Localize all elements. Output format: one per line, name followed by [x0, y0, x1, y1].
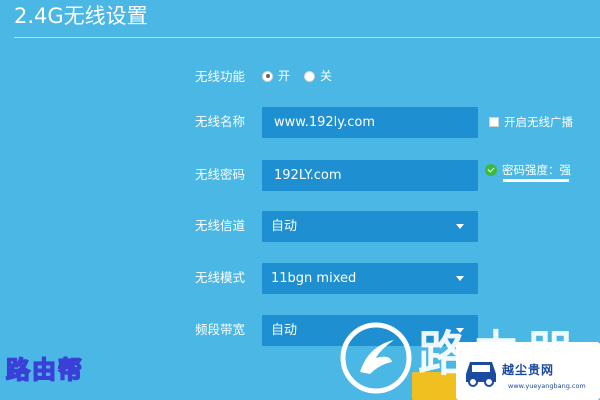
wireless-channel-value: 自动: [271, 219, 298, 234]
wireless-password-input[interactable]: [262, 160, 478, 191]
broadcast-checkbox[interactable]: 开启无线广播: [489, 115, 573, 129]
wireless-mode-select[interactable]: 11bgn mixed: [262, 263, 478, 294]
title-divider: [14, 37, 600, 38]
wireless-on-radio[interactable]: 开: [262, 69, 290, 83]
chevron-down-icon: [456, 276, 464, 281]
wireless-channel-label: 无线信道: [195, 218, 246, 233]
radio-unchecked-icon: [304, 70, 316, 82]
wireless-channel-select[interactable]: 自动: [262, 211, 478, 242]
wireless-mode-label: 无线模式: [195, 270, 246, 285]
bandwidth-value: 自动: [271, 323, 298, 338]
watermark-left-text: 路由帮: [5, 355, 84, 385]
watermark-right-url: www.yueyangbang.com: [508, 382, 586, 390]
wireless-function-radio-group: 开 关: [262, 67, 346, 85]
broadcast-label: 开启无线广播: [504, 115, 573, 129]
password-strength-text: 密码强度：强: [502, 163, 571, 177]
wireless-name-input[interactable]: [262, 107, 478, 138]
watermark-logo-icon: [340, 322, 412, 394]
checkbox-unchecked-icon: [489, 117, 499, 127]
watermark-right-text: 越尘贵网: [502, 363, 555, 377]
wireless-off-radio[interactable]: 关: [304, 69, 332, 83]
wireless-function-label: 无线功能: [195, 69, 246, 84]
page-title: 2.4G无线设置: [14, 4, 148, 28]
wireless-off-label: 关: [320, 69, 333, 83]
password-strength: 密码强度：强: [485, 163, 571, 177]
wireless-password-label: 无线密码: [195, 167, 246, 182]
password-strength-bar: [503, 179, 569, 182]
car-icon: [466, 362, 496, 387]
wireless-on-label: 开: [278, 69, 291, 83]
check-circle-icon: [485, 164, 497, 176]
radio-checked-icon: [262, 70, 273, 82]
wireless-mode-value: 11bgn mixed: [271, 271, 357, 286]
bandwidth-label: 频段带宽: [195, 322, 246, 337]
wireless-name-label: 无线名称: [195, 114, 246, 129]
chevron-down-icon: [456, 224, 464, 229]
